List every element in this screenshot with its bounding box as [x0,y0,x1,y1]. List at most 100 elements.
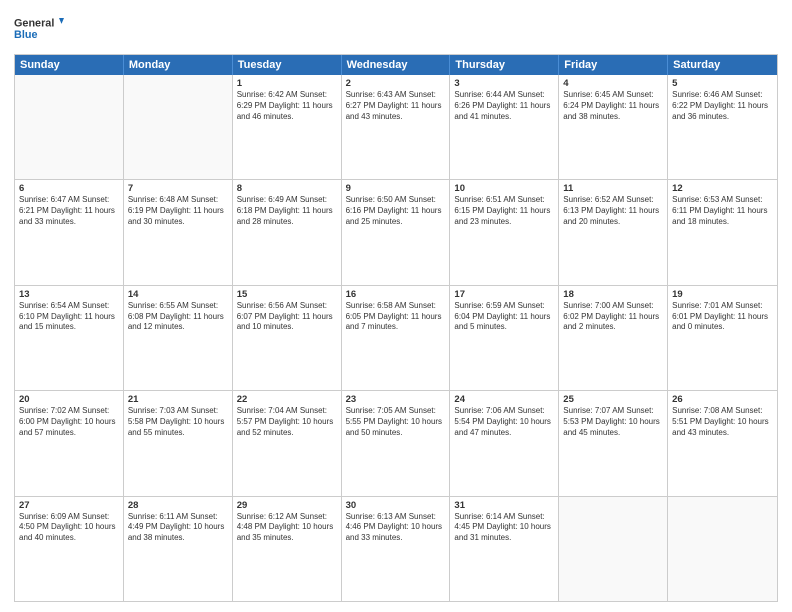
day-number: 5 [672,78,773,89]
cell-info: Sunrise: 6:55 AM Sunset: 6:08 PM Dayligh… [128,301,228,333]
weekday-header-wednesday: Wednesday [342,55,451,75]
day-number: 31 [454,500,554,511]
cell-info: Sunrise: 6:09 AM Sunset: 4:50 PM Dayligh… [19,512,119,544]
calendar-row-2: 13Sunrise: 6:54 AM Sunset: 6:10 PM Dayli… [15,286,777,391]
cell-info: Sunrise: 6:42 AM Sunset: 6:29 PM Dayligh… [237,90,337,122]
cell-info: Sunrise: 6:11 AM Sunset: 4:49 PM Dayligh… [128,512,228,544]
cal-cell-4: 4Sunrise: 6:45 AM Sunset: 6:24 PM Daylig… [559,75,668,179]
day-number: 9 [346,183,446,194]
day-number: 4 [563,78,663,89]
cal-cell-18: 18Sunrise: 7:00 AM Sunset: 6:02 PM Dayli… [559,286,668,390]
day-number: 10 [454,183,554,194]
logo: General Blue [14,10,64,46]
cal-cell-empty-4-5 [559,497,668,601]
calendar: SundayMondayTuesdayWednesdayThursdayFrid… [14,54,778,602]
cal-cell-24: 24Sunrise: 7:06 AM Sunset: 5:54 PM Dayli… [450,391,559,495]
cal-cell-8: 8Sunrise: 6:49 AM Sunset: 6:18 PM Daylig… [233,180,342,284]
cal-cell-25: 25Sunrise: 7:07 AM Sunset: 5:53 PM Dayli… [559,391,668,495]
cell-info: Sunrise: 6:51 AM Sunset: 6:15 PM Dayligh… [454,195,554,227]
svg-text:General: General [14,17,54,29]
cal-cell-1: 1Sunrise: 6:42 AM Sunset: 6:29 PM Daylig… [233,75,342,179]
cal-cell-12: 12Sunrise: 6:53 AM Sunset: 6:11 PM Dayli… [668,180,777,284]
day-number: 12 [672,183,773,194]
day-number: 23 [346,394,446,405]
cell-info: Sunrise: 6:54 AM Sunset: 6:10 PM Dayligh… [19,301,119,333]
cal-cell-28: 28Sunrise: 6:11 AM Sunset: 4:49 PM Dayli… [124,497,233,601]
cal-cell-27: 27Sunrise: 6:09 AM Sunset: 4:50 PM Dayli… [15,497,124,601]
cell-info: Sunrise: 7:01 AM Sunset: 6:01 PM Dayligh… [672,301,773,333]
cal-cell-22: 22Sunrise: 7:04 AM Sunset: 5:57 PM Dayli… [233,391,342,495]
day-number: 11 [563,183,663,194]
day-number: 6 [19,183,119,194]
cell-info: Sunrise: 6:50 AM Sunset: 6:16 PM Dayligh… [346,195,446,227]
cal-cell-21: 21Sunrise: 7:03 AM Sunset: 5:58 PM Dayli… [124,391,233,495]
cal-cell-23: 23Sunrise: 7:05 AM Sunset: 5:55 PM Dayli… [342,391,451,495]
calendar-row-0: 1Sunrise: 6:42 AM Sunset: 6:29 PM Daylig… [15,75,777,180]
cal-cell-empty-0-1 [124,75,233,179]
day-number: 28 [128,500,228,511]
header: General Blue [14,10,778,46]
cell-info: Sunrise: 6:53 AM Sunset: 6:11 PM Dayligh… [672,195,773,227]
cal-cell-29: 29Sunrise: 6:12 AM Sunset: 4:48 PM Dayli… [233,497,342,601]
cal-cell-empty-0-0 [15,75,124,179]
cal-cell-14: 14Sunrise: 6:55 AM Sunset: 6:08 PM Dayli… [124,286,233,390]
cell-info: Sunrise: 6:47 AM Sunset: 6:21 PM Dayligh… [19,195,119,227]
cal-cell-31: 31Sunrise: 6:14 AM Sunset: 4:45 PM Dayli… [450,497,559,601]
calendar-row-1: 6Sunrise: 6:47 AM Sunset: 6:21 PM Daylig… [15,180,777,285]
calendar-row-3: 20Sunrise: 7:02 AM Sunset: 6:00 PM Dayli… [15,391,777,496]
cal-cell-13: 13Sunrise: 6:54 AM Sunset: 6:10 PM Dayli… [15,286,124,390]
cal-cell-6: 6Sunrise: 6:47 AM Sunset: 6:21 PM Daylig… [15,180,124,284]
cal-cell-5: 5Sunrise: 6:46 AM Sunset: 6:22 PM Daylig… [668,75,777,179]
weekday-header-tuesday: Tuesday [233,55,342,75]
calendar-header: SundayMondayTuesdayWednesdayThursdayFrid… [15,55,777,75]
day-number: 15 [237,289,337,300]
cell-info: Sunrise: 6:56 AM Sunset: 6:07 PM Dayligh… [237,301,337,333]
day-number: 2 [346,78,446,89]
cal-cell-30: 30Sunrise: 6:13 AM Sunset: 4:46 PM Dayli… [342,497,451,601]
day-number: 7 [128,183,228,194]
cell-info: Sunrise: 6:44 AM Sunset: 6:26 PM Dayligh… [454,90,554,122]
weekday-header-saturday: Saturday [668,55,777,75]
day-number: 29 [237,500,337,511]
day-number: 19 [672,289,773,300]
cal-cell-19: 19Sunrise: 7:01 AM Sunset: 6:01 PM Dayli… [668,286,777,390]
cell-info: Sunrise: 6:43 AM Sunset: 6:27 PM Dayligh… [346,90,446,122]
cell-info: Sunrise: 7:04 AM Sunset: 5:57 PM Dayligh… [237,406,337,438]
cal-cell-16: 16Sunrise: 6:58 AM Sunset: 6:05 PM Dayli… [342,286,451,390]
cell-info: Sunrise: 6:52 AM Sunset: 6:13 PM Dayligh… [563,195,663,227]
cal-cell-2: 2Sunrise: 6:43 AM Sunset: 6:27 PM Daylig… [342,75,451,179]
cal-cell-15: 15Sunrise: 6:56 AM Sunset: 6:07 PM Dayli… [233,286,342,390]
cal-cell-empty-4-6 [668,497,777,601]
cal-cell-10: 10Sunrise: 6:51 AM Sunset: 6:15 PM Dayli… [450,180,559,284]
cell-info: Sunrise: 6:58 AM Sunset: 6:05 PM Dayligh… [346,301,446,333]
cal-cell-3: 3Sunrise: 6:44 AM Sunset: 6:26 PM Daylig… [450,75,559,179]
cell-info: Sunrise: 6:49 AM Sunset: 6:18 PM Dayligh… [237,195,337,227]
page: General Blue SundayMondayTuesdayWednesda… [0,0,792,612]
weekday-header-sunday: Sunday [15,55,124,75]
cal-cell-26: 26Sunrise: 7:08 AM Sunset: 5:51 PM Dayli… [668,391,777,495]
day-number: 22 [237,394,337,405]
cell-info: Sunrise: 7:07 AM Sunset: 5:53 PM Dayligh… [563,406,663,438]
cell-info: Sunrise: 6:46 AM Sunset: 6:22 PM Dayligh… [672,90,773,122]
cell-info: Sunrise: 6:48 AM Sunset: 6:19 PM Dayligh… [128,195,228,227]
day-number: 25 [563,394,663,405]
day-number: 13 [19,289,119,300]
day-number: 30 [346,500,446,511]
weekday-header-friday: Friday [559,55,668,75]
calendar-row-4: 27Sunrise: 6:09 AM Sunset: 4:50 PM Dayli… [15,497,777,601]
cell-info: Sunrise: 6:59 AM Sunset: 6:04 PM Dayligh… [454,301,554,333]
calendar-body: 1Sunrise: 6:42 AM Sunset: 6:29 PM Daylig… [15,75,777,601]
day-number: 16 [346,289,446,300]
day-number: 1 [237,78,337,89]
cal-cell-7: 7Sunrise: 6:48 AM Sunset: 6:19 PM Daylig… [124,180,233,284]
day-number: 18 [563,289,663,300]
logo-svg: General Blue [14,10,64,46]
cell-info: Sunrise: 7:06 AM Sunset: 5:54 PM Dayligh… [454,406,554,438]
weekday-header-monday: Monday [124,55,233,75]
day-number: 17 [454,289,554,300]
day-number: 20 [19,394,119,405]
day-number: 27 [19,500,119,511]
cal-cell-9: 9Sunrise: 6:50 AM Sunset: 6:16 PM Daylig… [342,180,451,284]
day-number: 24 [454,394,554,405]
day-number: 3 [454,78,554,89]
